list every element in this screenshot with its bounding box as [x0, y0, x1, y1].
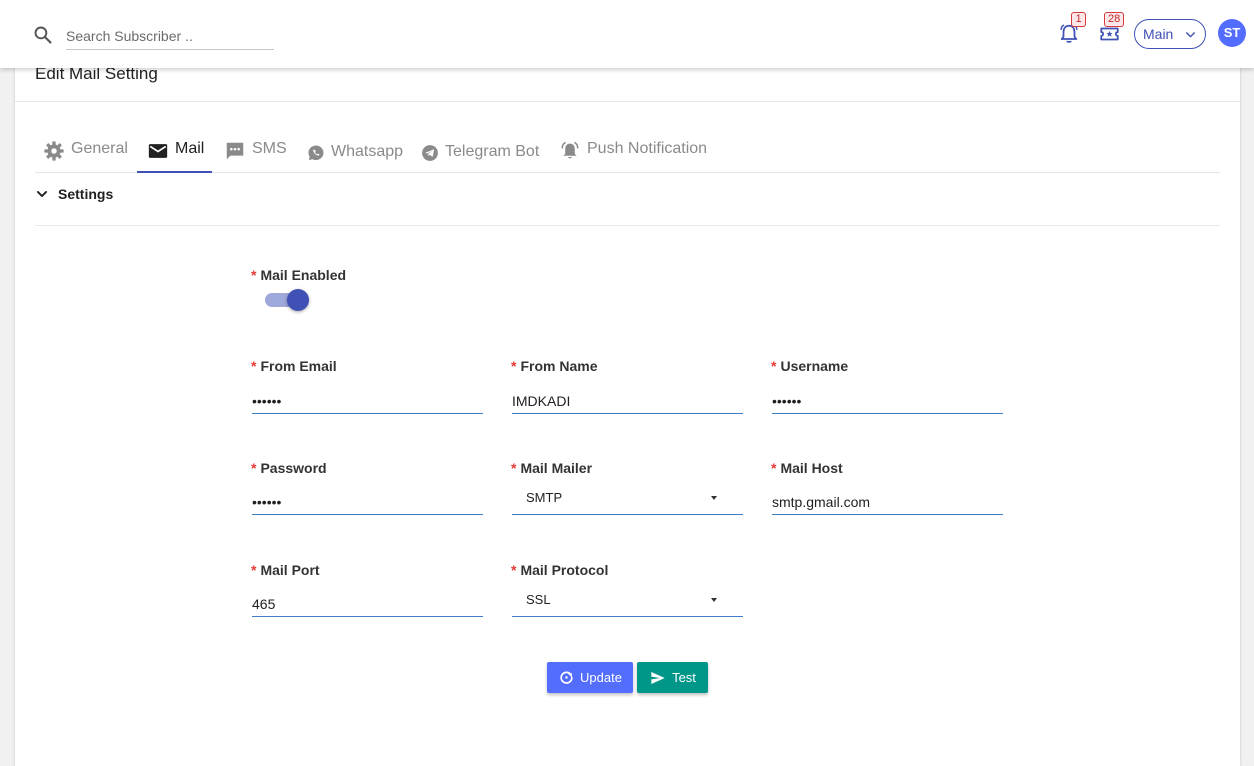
from-email-label: * From Email	[251, 358, 337, 374]
settings-section-toggle[interactable]: Settings	[35, 186, 113, 202]
mail-enabled-label-text: Mail Enabled	[260, 267, 347, 283]
dropdown-caret-icon	[711, 496, 717, 500]
update-button[interactable]: Update	[547, 662, 633, 693]
from-email-label-text: From Email	[260, 358, 337, 374]
active-tab-indicator	[137, 171, 212, 173]
tab-general[interactable]: General	[43, 132, 128, 173]
mail-protocol-select[interactable]: SSL	[512, 583, 743, 617]
ticket-badge: 28	[1104, 12, 1125, 27]
envelope-icon	[148, 144, 168, 158]
mail-enabled-label: * Mail Enabled	[251, 267, 346, 283]
search-input[interactable]	[66, 22, 274, 50]
mail-mailer-label: * Mail Mailer	[511, 460, 592, 476]
test-button-label: Test	[672, 670, 696, 685]
refresh-icon	[560, 671, 573, 684]
tab-mail-label: Mail	[175, 140, 205, 157]
top-bar: 1 28 Main ST	[0, 0, 1254, 68]
tab-sms[interactable]: SMS	[224, 132, 287, 173]
tab-general-label: General	[71, 140, 128, 157]
user-avatar[interactable]: ST	[1218, 19, 1246, 47]
from-name-label: * From Name	[511, 358, 597, 374]
section-divider	[35, 225, 1220, 226]
required-marker: *	[251, 267, 257, 283]
required-marker: *	[251, 460, 257, 476]
toggle-thumb	[287, 289, 309, 311]
dropdown-caret-icon	[711, 598, 717, 602]
tab-sms-label: SMS	[252, 140, 287, 157]
required-marker: *	[771, 460, 777, 476]
test-button[interactable]: Test	[637, 662, 708, 693]
notification-badge: 1	[1071, 12, 1086, 27]
username-field[interactable]	[772, 388, 1003, 414]
chevron-down-icon	[1186, 32, 1195, 38]
mail-port-label-text: Mail Port	[260, 562, 320, 578]
tab-telegram-bot[interactable]: Telegram Bot	[421, 132, 539, 173]
from-email-field[interactable]	[252, 388, 483, 414]
from-name-label-text: From Name	[520, 358, 598, 374]
required-marker: *	[251, 358, 257, 374]
settings-card: Edit Mail Setting General Mail SMS Whats…	[15, 56, 1240, 766]
mail-protocol-value: SSL	[526, 592, 551, 607]
sms-icon	[226, 142, 244, 160]
required-marker: *	[511, 460, 517, 476]
mail-host-field[interactable]	[772, 489, 1003, 515]
workspace-selected-label: Main	[1143, 26, 1174, 42]
mail-enabled-toggle[interactable]	[265, 288, 311, 312]
gear-icon	[44, 141, 64, 161]
mail-mailer-label-text: Mail Mailer	[520, 460, 593, 476]
required-marker: *	[511, 562, 517, 578]
username-label-text: Username	[780, 358, 849, 374]
mail-port-label: * Mail Port	[251, 562, 320, 578]
mail-mailer-select[interactable]: SMTP	[512, 481, 743, 515]
settings-section-title: Settings	[58, 186, 114, 202]
telegram-icon	[422, 145, 438, 161]
title-divider	[15, 101, 1240, 102]
send-icon	[651, 671, 665, 684]
bell-ring-icon	[561, 141, 579, 159]
tab-push-notification[interactable]: Push Notification	[559, 132, 707, 173]
mail-port-field[interactable]	[252, 591, 483, 617]
mail-protocol-label: * Mail Protocol	[511, 562, 608, 578]
from-name-field[interactable]	[512, 388, 743, 414]
required-marker: *	[251, 562, 257, 578]
workspace-selector[interactable]: Main	[1134, 19, 1206, 49]
password-label-text: Password	[260, 460, 327, 476]
username-label: * Username	[771, 358, 848, 374]
mail-mailer-value: SMTP	[526, 490, 563, 505]
chevron-down-icon	[36, 191, 48, 197]
tab-push-notification-label: Push Notification	[587, 140, 708, 157]
password-label: * Password	[251, 460, 327, 476]
update-button-label: Update	[580, 670, 622, 685]
mail-host-label-text: Mail Host	[780, 460, 843, 476]
required-marker: *	[511, 358, 517, 374]
tab-telegram-bot-label: Telegram Bot	[445, 143, 540, 160]
whatsapp-icon	[308, 145, 324, 161]
mail-host-label: * Mail Host	[771, 460, 843, 476]
password-field[interactable]	[252, 489, 483, 515]
tab-mail[interactable]: Mail	[147, 132, 204, 173]
search-icon	[34, 26, 52, 44]
tab-whatsapp[interactable]: Whatsapp	[307, 132, 403, 173]
settings-tabs: General Mail SMS Whatsapp Telegram Bot P…	[35, 132, 1220, 173]
tab-whatsapp-label: Whatsapp	[331, 143, 404, 160]
required-marker: *	[771, 358, 777, 374]
mail-protocol-label-text: Mail Protocol	[520, 562, 609, 578]
